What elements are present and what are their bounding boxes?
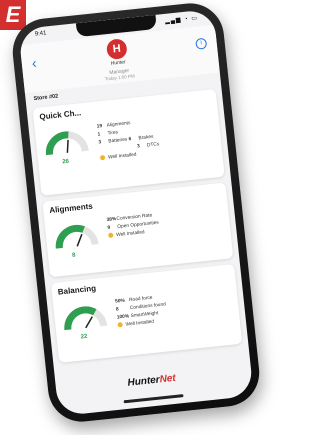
store-label: Store #02 (33, 93, 59, 103)
alignments-card[interactable]: Alignments 8 38%Conversion Rate 9 Open Op… (42, 182, 234, 278)
metric-label: Tires (107, 130, 119, 137)
hunter-logo-icon: H (105, 38, 128, 61)
gauge-icon (64, 306, 108, 331)
metric-label: Alignments (106, 121, 131, 129)
status-time: 9:41 (34, 30, 47, 38)
card-title: Alignments (48, 201, 94, 216)
gauge-icon (45, 131, 89, 156)
logo-net-text: Net (159, 372, 177, 386)
gauge-value: 26 (62, 158, 70, 166)
metric-label: DTCs (146, 142, 160, 149)
status-text: Well Installed (116, 230, 145, 239)
status-icons: ▂▄▆ ◔ ▭ (164, 15, 199, 25)
gauge-needle (66, 139, 69, 153)
metrics-list: 19 Alignments 1 Tires 3 Batteries 6 Brakes 3… (96, 111, 218, 163)
info-icon[interactable]: i (195, 37, 208, 50)
gauge-icon (55, 224, 99, 249)
gauge-fill (64, 306, 97, 331)
gauge-value: 22 (80, 333, 88, 341)
hunternet-logo: HunterNet (99, 370, 204, 392)
corner-badge: E (0, 0, 26, 30)
metrics-list: 38%Conversion Rate 9 Open Opportunities W… (106, 205, 226, 241)
app-screen: 9:41 ▂▄▆ ◔ ▭ ‹ H i Hunter Manager Today … (18, 8, 254, 417)
metrics-list: 50% Road force 8 Conditions found 100%Smar… (115, 286, 236, 330)
status-dot-icon (108, 232, 114, 239)
metric-label: Conditions found (129, 302, 167, 312)
gauge-needle (76, 233, 83, 247)
metric-label: Brakes (138, 134, 154, 142)
status-dot-icon (99, 155, 106, 161)
logo-hunter-text: Hunter (127, 374, 161, 389)
card-title: Quick Ch... (39, 108, 82, 122)
phone-frame: 9:41 ▂▄▆ ◔ ▭ ‹ H i Hunter Manager Today … (9, 0, 263, 425)
app-header: ‹ H i Hunter Manager Today 1:00 PM (19, 24, 220, 93)
card-title: Balancing (57, 283, 97, 297)
balancing-card[interactable]: Balancing 22 50% Road force 8 Conditions f… (50, 264, 243, 363)
metric-label: Batteries (108, 137, 128, 145)
back-icon[interactable]: ‹ (31, 55, 37, 71)
status-text: Well Installed (107, 152, 137, 161)
home-indicator[interactable] (123, 394, 184, 404)
metric-label: SmartWeight (130, 311, 159, 320)
gauge-value: 8 (71, 252, 76, 259)
gauge-needle (85, 316, 93, 329)
status-dot-icon (117, 322, 123, 328)
quick-check-card[interactable]: Quick Ch... 26 19 Alignments 1 Tires 3 Batt… (32, 89, 225, 196)
status-text: Well Installed (125, 319, 155, 328)
